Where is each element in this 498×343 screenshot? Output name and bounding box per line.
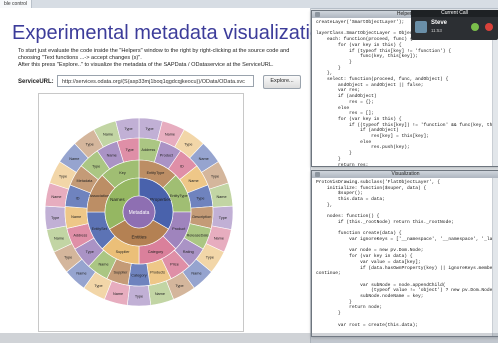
helpers-code-editor[interactable]: createLayer('SmartObjectLayer'); layerCl…: [312, 18, 498, 166]
sunburst-label: Metadata: [77, 179, 94, 183]
explore-button[interactable]: Explore...: [263, 75, 301, 89]
sunburst-label: Name: [76, 272, 86, 276]
sunburst-label: Type: [206, 256, 214, 260]
sunburst-label: Name: [188, 179, 198, 183]
visualization-code-editor[interactable]: ProtoVisDrawing.subclass('FlatObjectLaye…: [312, 178, 498, 336]
mute-icon[interactable]: [471, 23, 479, 31]
sunburst-label: Name: [69, 157, 79, 161]
call-duration: 11:53: [431, 28, 442, 33]
service-url-label: ServiceURL:: [18, 79, 54, 85]
sunburst-label: Association: [90, 194, 109, 198]
call-widget: Current Call Steve 11:53: [411, 10, 498, 40]
sunburst-label: ReleaseDate: [187, 234, 209, 238]
instruction-line: After this press "Explore.." to visualiz…: [18, 62, 274, 68]
sunburst-label: Entities: [131, 235, 147, 240]
sunburst-label: Category: [148, 250, 164, 254]
sunburst-frame: Type Name Type Name Type Name Type Name Type Name…: [38, 93, 244, 332]
sunburst-label: Key: [119, 171, 126, 175]
sunburst-label: Type: [175, 284, 183, 288]
visualization-scrollbar[interactable]: [492, 178, 498, 336]
dock-bar: [0, 333, 498, 343]
code-line: if (data.hasOwnProperty(key) || ignoreKe…: [360, 265, 498, 271]
code-line: var ignoreKeys = ['__namespace', '__name…: [349, 237, 498, 243]
sunburst-label: Type: [86, 250, 94, 254]
sunburst-label: EntitySet: [92, 227, 108, 231]
sunburst-label: Description: [192, 215, 211, 219]
sunburst-label: Type: [64, 256, 72, 260]
sunburst-label: Name: [216, 195, 226, 199]
close-icon[interactable]: [315, 12, 320, 17]
sunburst-label: Type: [51, 216, 59, 220]
sunburst-label: Products: [150, 271, 165, 275]
sunburst-label: Price: [170, 263, 179, 267]
close-icon[interactable]: [315, 172, 320, 177]
sunburst-label: Properties: [150, 197, 172, 202]
sunburst-label: Type: [59, 175, 67, 179]
sunburst-label: Name: [103, 132, 113, 136]
sunburst-label: ID: [180, 164, 184, 168]
sunburst-label: Name: [214, 236, 224, 240]
visualization-window-titlebar[interactable]: Visualization: [312, 171, 498, 178]
sunburst-label: Type: [211, 175, 219, 179]
sunburst-label: Type: [219, 216, 227, 220]
helpers-scrollbar[interactable]: [492, 18, 498, 166]
instruction-line: To start just evaluate the code inside t…: [18, 48, 290, 54]
caller-name: Steve: [431, 20, 448, 26]
sunburst-label: Name: [191, 272, 201, 276]
sunburst-label: Category: [131, 274, 147, 278]
sunburst-label: Supplier: [116, 250, 131, 254]
sunburst-label: Type: [184, 143, 192, 147]
sunburst-label: ID: [76, 196, 80, 200]
sunburst-label: EntityType: [170, 194, 188, 198]
code-line: return res;: [316, 162, 369, 166]
sunburst-chart[interactable]: Type Name Type Name Type Name Type Name Type Name…: [39, 94, 243, 331]
sunburst-label: Names: [110, 197, 125, 202]
hangup-icon[interactable]: [485, 23, 493, 31]
visualization-window[interactable]: Visualization ProtoVisDrawing.subclass('…: [311, 170, 498, 337]
visualization-window-title: Visualization: [391, 171, 420, 177]
service-url-input[interactable]: http://services.odata.org/(S(asp33mj1boq…: [57, 75, 254, 87]
avatar: [415, 21, 427, 33]
sunburst-label: Name: [98, 263, 108, 267]
sunburst-label: Product: [172, 227, 186, 231]
code-line: var root = create(this.data);: [316, 322, 418, 328]
sunburst-label: Name: [51, 195, 61, 199]
sunburst-label: Rating: [183, 250, 194, 254]
sunburst-label: Name: [107, 154, 117, 158]
sunburst-center-label: Metadata: [129, 210, 150, 216]
sunburst-label: Name: [113, 292, 123, 296]
sunburst-label: Type: [125, 148, 133, 152]
sunburst-label: Name: [199, 157, 209, 161]
sunburst-label: Supplier: [113, 271, 128, 275]
instructions: To start just evaluate the code inside t…: [18, 48, 303, 69]
sunburst-label: Name: [71, 215, 81, 219]
sunburst-label: Name: [155, 292, 165, 296]
sunburst-label: Type: [145, 127, 153, 131]
sunburst-label: Type: [86, 143, 94, 147]
instruction-line: choosing "Text functions ...-> accept ch…: [18, 55, 142, 61]
sunburst-label: Type: [124, 127, 132, 131]
page-panel: Experimental metadata visualization To s…: [0, 8, 332, 343]
sunburst-label: Type: [92, 164, 100, 168]
sunburst-label: Address: [141, 148, 155, 152]
sunburst-label: Product: [160, 154, 174, 158]
sunburst-label: Address: [73, 234, 87, 238]
sunburst-label: Type: [135, 295, 143, 299]
sunburst-label: EntityType: [147, 171, 165, 175]
browser-tab[interactable]: ble control: [0, 0, 33, 8]
page-title: Experimental metadata visualization: [12, 22, 333, 44]
sunburst-label: Type: [196, 196, 204, 200]
sunburst-label: Name: [54, 236, 64, 240]
sunburst-label: Type: [94, 284, 102, 288]
sunburst-label: Name: [165, 132, 175, 136]
call-title: Current Call: [411, 10, 498, 17]
